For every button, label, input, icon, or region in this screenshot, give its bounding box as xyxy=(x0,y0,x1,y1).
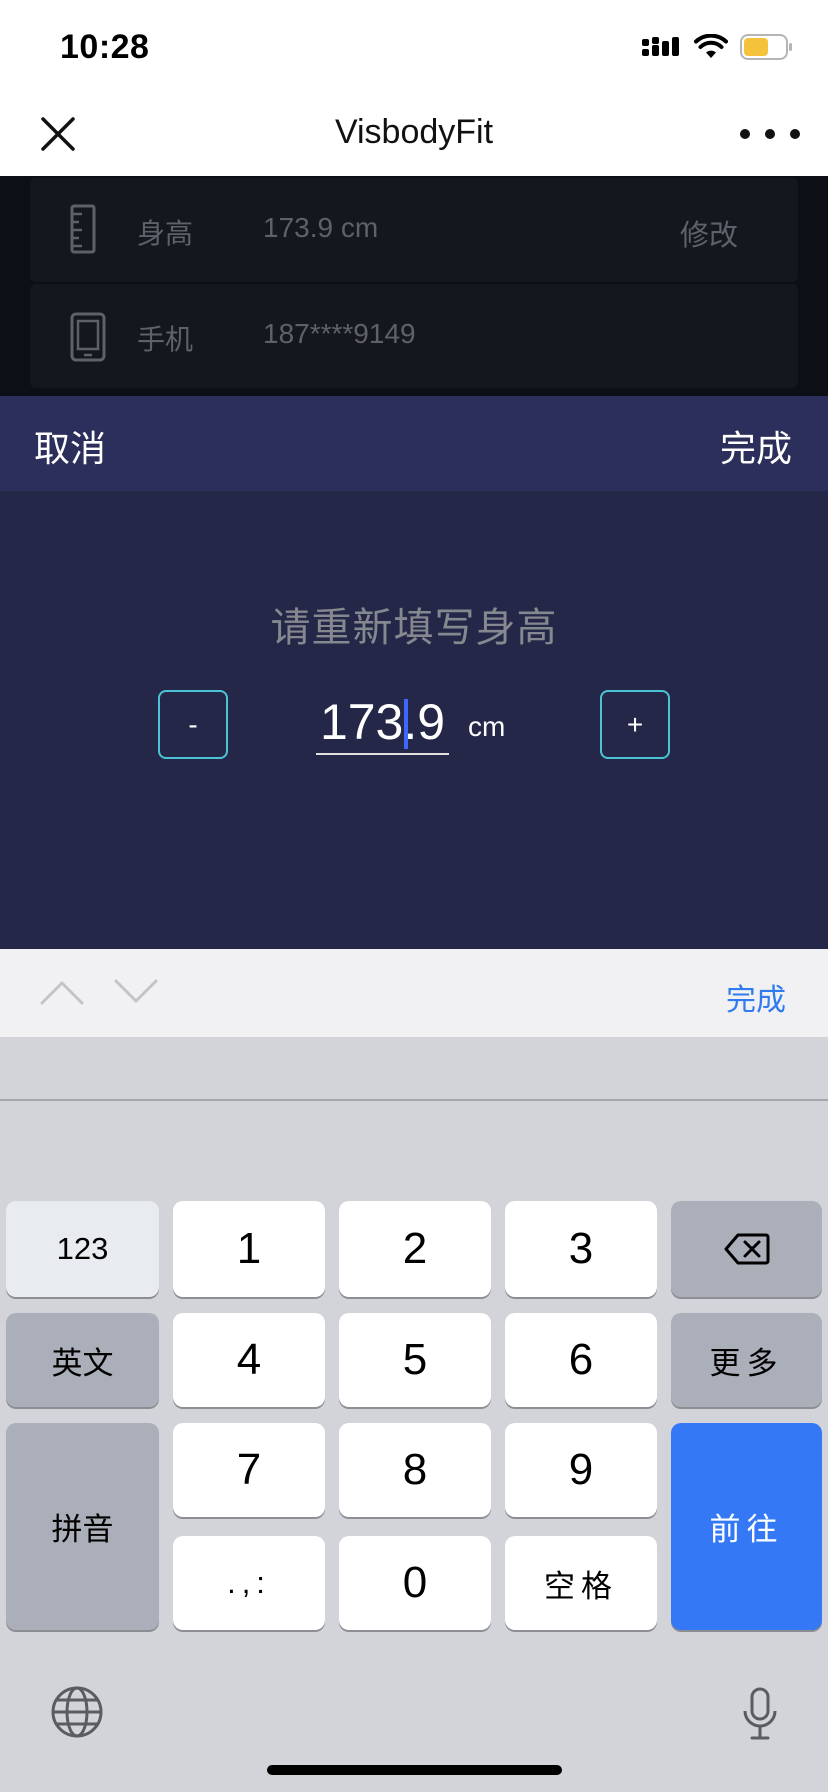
phone-icon xyxy=(70,312,106,362)
height-label: 身高 xyxy=(137,218,194,249)
more-icon-dot xyxy=(790,129,800,139)
nav-bar: VisbodyFit xyxy=(0,96,828,176)
key-pinyin[interactable]: 拼音 xyxy=(6,1423,159,1630)
key-go[interactable]: 前往 xyxy=(671,1423,822,1630)
height-input[interactable]: 173.9 xyxy=(316,689,449,755)
phone-value: 187****9149 xyxy=(263,318,416,349)
ruler-icon xyxy=(70,204,96,254)
battery-icon xyxy=(740,34,792,60)
key-4[interactable]: 4 xyxy=(173,1313,325,1407)
keyboard-divider xyxy=(0,1099,828,1101)
backspace-icon xyxy=(724,1233,769,1265)
key-9[interactable]: 9 xyxy=(505,1423,657,1517)
profile-background: 身高 173.9 cm 修改 手机 187****9149 xyxy=(0,176,828,396)
globe-icon[interactable] xyxy=(50,1685,104,1739)
sheet-header: 取消 完成 xyxy=(0,396,828,491)
chevron-up-icon[interactable] xyxy=(40,979,84,1005)
key-0[interactable]: 0 xyxy=(339,1536,491,1630)
screen: 10:28 VisbodyFit 身高 173.9 cm 修改 手机 187**… xyxy=(0,0,828,1792)
height-editor: 请重新填写身高 - 173.9 cm + xyxy=(0,491,828,949)
status-time: 10:28 xyxy=(60,28,150,66)
nav-title: VisbodyFit xyxy=(334,113,494,151)
key-english[interactable]: 英文 xyxy=(6,1313,159,1407)
home-indicator[interactable] xyxy=(267,1765,562,1775)
increment-button[interactable]: + xyxy=(600,690,670,759)
keyboard: 123 1 2 3 英文 4 5 6 更多 拼音 7 8 9 前往 .,: 0 … xyxy=(0,1037,828,1792)
key-123[interactable]: 123 xyxy=(6,1201,159,1297)
wifi-icon xyxy=(694,34,728,58)
keyboard-done-button[interactable]: 完成 xyxy=(726,975,786,1019)
phone-label: 手机 xyxy=(137,324,194,355)
key-2[interactable]: 2 xyxy=(339,1201,491,1297)
phone-row: 手机 187****9149 xyxy=(30,284,798,388)
key-space[interactable]: 空格 xyxy=(505,1536,657,1630)
text-caret xyxy=(404,699,408,749)
edit-height-button[interactable]: 修改 xyxy=(680,212,738,254)
key-7[interactable]: 7 xyxy=(173,1423,325,1517)
more-icon xyxy=(740,129,750,139)
key-3[interactable]: 3 xyxy=(505,1201,657,1297)
microphone-icon[interactable] xyxy=(742,1687,778,1743)
height-input-value: 173.9 xyxy=(319,694,446,750)
decrement-button[interactable]: - xyxy=(158,690,228,759)
key-5[interactable]: 5 xyxy=(339,1313,491,1407)
height-value: 173.9 cm xyxy=(263,212,379,243)
backspace-key[interactable] xyxy=(671,1201,822,1297)
cellular-signal-icon xyxy=(642,37,679,56)
key-punctuation[interactable]: .,: xyxy=(173,1536,325,1630)
chevron-down-icon[interactable] xyxy=(114,979,158,1005)
keyboard-accessory-bar: 完成 xyxy=(0,949,828,1037)
done-button[interactable]: 完成 xyxy=(720,420,792,472)
status-bar: 10:28 xyxy=(0,0,828,96)
key-8[interactable]: 8 xyxy=(339,1423,491,1517)
height-unit: cm xyxy=(468,711,506,742)
key-6[interactable]: 6 xyxy=(505,1313,657,1407)
more-icon-dot xyxy=(765,129,775,139)
height-row: 身高 173.9 cm 修改 xyxy=(30,178,798,282)
cancel-button[interactable]: 取消 xyxy=(34,420,106,472)
more-button[interactable] xyxy=(740,110,800,158)
height-prompt: 请重新填写身高 xyxy=(270,606,558,650)
key-1[interactable]: 1 xyxy=(173,1201,325,1297)
key-more[interactable]: 更多 xyxy=(671,1313,822,1407)
status-icons xyxy=(642,34,794,60)
